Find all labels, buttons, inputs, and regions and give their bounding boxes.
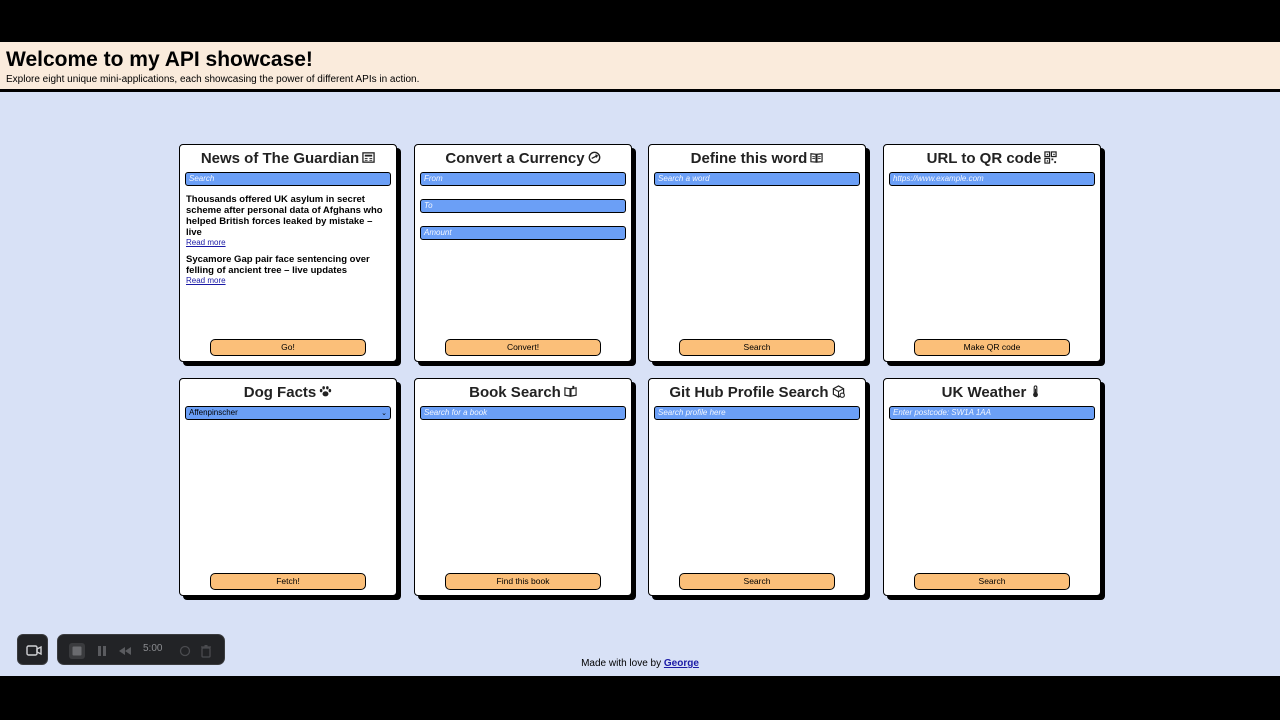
news-headline: Sycamore Gap pair face sentencing over f… bbox=[186, 254, 370, 276]
stop-icon bbox=[72, 646, 82, 656]
news-item: Thousands offered UK asylum in secret sc… bbox=[186, 194, 390, 248]
package-icon bbox=[832, 385, 845, 398]
postcode-input[interactable]: Enter postcode: SW1A 1AA bbox=[889, 406, 1095, 420]
page-viewport: Welcome to my API showcase! Explore eigh… bbox=[0, 42, 1280, 676]
card-title-text: Convert a Currency bbox=[445, 150, 585, 167]
card-book: Book Search Search for a book Find this … bbox=[414, 378, 632, 596]
define-word-input[interactable]: Search a word bbox=[654, 172, 860, 186]
qr-code-icon bbox=[1044, 151, 1058, 164]
card-title-text: Define this word bbox=[690, 150, 808, 167]
author-link[interactable]: George bbox=[664, 658, 699, 669]
card-title: URL to QR code bbox=[884, 150, 1100, 168]
card-dog: Dog Facts Affenpinscher ⌄ Fetch! bbox=[179, 378, 397, 596]
video-camera-icon bbox=[26, 645, 42, 656]
find-book-button[interactable]: Find this book bbox=[445, 573, 601, 590]
card-title-text: Dog Facts bbox=[243, 384, 317, 401]
github-search-button[interactable]: Search bbox=[679, 573, 835, 590]
stop-button[interactable] bbox=[69, 643, 85, 659]
camera-button[interactable] bbox=[17, 634, 48, 665]
footer-text: Made with love by bbox=[581, 658, 662, 669]
book-icon bbox=[810, 153, 824, 163]
card-title: UK Weather bbox=[884, 384, 1100, 402]
make-qr-button[interactable]: Make QR code bbox=[914, 339, 1070, 356]
news-go-button[interactable]: Go! bbox=[210, 339, 366, 356]
news-search-input[interactable]: Search bbox=[185, 172, 391, 186]
weather-search-button[interactable]: Search bbox=[914, 573, 1070, 590]
dog-breed-selected: Affenpinscher bbox=[189, 408, 238, 417]
card-title: Git Hub Profile Search bbox=[649, 384, 865, 402]
card-title: Define this word bbox=[649, 150, 865, 168]
pause-icon[interactable] bbox=[95, 644, 109, 658]
currency-from-input[interactable]: From bbox=[420, 172, 626, 186]
recording-toolbar: 5:00 bbox=[57, 634, 225, 665]
card-title-text: Git Hub Profile Search bbox=[669, 384, 829, 401]
qr-url-input[interactable]: https://www.example.com bbox=[889, 172, 1095, 186]
news-list: Thousands offered UK asylum in secret sc… bbox=[180, 186, 396, 286]
newspaper-icon bbox=[362, 152, 375, 163]
trash-icon[interactable] bbox=[199, 644, 213, 658]
page-title: Welcome to my API showcase! bbox=[6, 48, 313, 71]
card-title-text: UK Weather bbox=[941, 384, 1027, 401]
convert-button[interactable]: Convert! bbox=[445, 339, 601, 356]
exchange-icon bbox=[588, 151, 601, 164]
github-profile-input[interactable]: Search profile here bbox=[654, 406, 860, 420]
read-more-link[interactable]: Read more bbox=[186, 238, 390, 248]
card-title: Book Search bbox=[415, 384, 631, 402]
currency-to-input[interactable]: To bbox=[420, 199, 626, 213]
open-book-icon bbox=[564, 385, 577, 397]
card-qr: URL to QR code https://www.example.com M… bbox=[883, 144, 1101, 362]
news-item: Sycamore Gap pair face sentencing over f… bbox=[186, 254, 390, 286]
chevron-down-icon: ⌄ bbox=[381, 410, 387, 417]
card-currency: Convert a Currency From To Amount Conver… bbox=[414, 144, 632, 362]
restart-icon[interactable] bbox=[178, 644, 192, 658]
card-weather: UK Weather Enter postcode: SW1A 1AA Sear… bbox=[883, 378, 1101, 596]
news-headline: Thousands offered UK asylum in secret sc… bbox=[186, 194, 383, 238]
card-github: Git Hub Profile Search Search profile he… bbox=[648, 378, 866, 596]
card-title: Dog Facts bbox=[180, 384, 396, 402]
fetch-button[interactable]: Fetch! bbox=[210, 573, 366, 590]
dog-breed-select[interactable]: Affenpinscher ⌄ bbox=[185, 406, 391, 420]
card-title-text: News of The Guardian bbox=[200, 150, 360, 167]
book-search-input[interactable]: Search for a book bbox=[420, 406, 626, 420]
card-title-text: Book Search bbox=[469, 384, 561, 401]
card-title: News of The Guardian bbox=[180, 150, 396, 168]
read-more-link[interactable]: Read more bbox=[186, 276, 390, 286]
thermometer-icon bbox=[1033, 385, 1039, 398]
recording-timer: 5:00 bbox=[143, 643, 163, 654]
card-define: Define this word Search a word Search bbox=[648, 144, 866, 362]
rewind-icon[interactable] bbox=[118, 644, 132, 658]
define-search-button[interactable]: Search bbox=[679, 339, 835, 356]
page-header: Welcome to my API showcase! Explore eigh… bbox=[0, 42, 1280, 92]
paw-icon bbox=[320, 386, 332, 397]
currency-amount-input[interactable]: Amount bbox=[420, 226, 626, 240]
card-title-text: URL to QR code bbox=[926, 150, 1042, 167]
page-subtitle: Explore eight unique mini-applications, … bbox=[6, 74, 420, 85]
card-news: News of The Guardian Search Thousands of… bbox=[179, 144, 397, 362]
card-title: Convert a Currency bbox=[415, 150, 631, 168]
